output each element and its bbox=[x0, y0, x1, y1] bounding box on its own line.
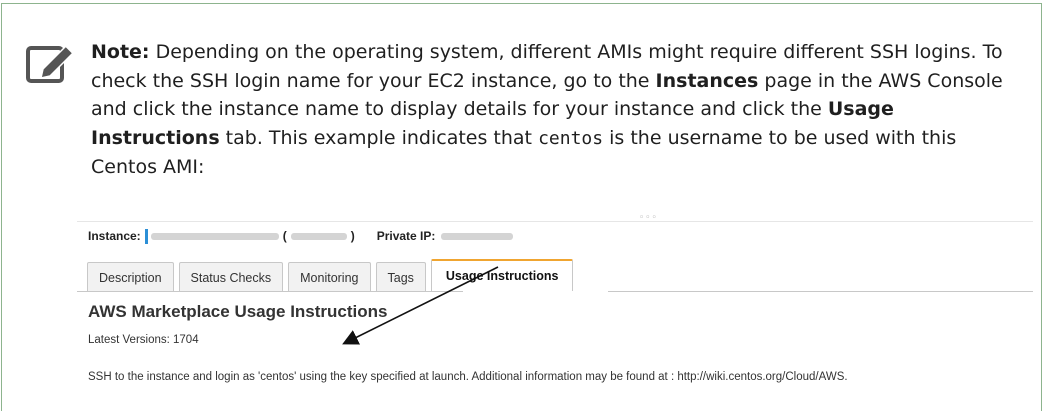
tab-usage-instructions[interactable]: Usage Instructions bbox=[430, 259, 574, 292]
tab-description[interactable]: Description bbox=[87, 262, 174, 292]
window-dots: ◦◦◦ bbox=[639, 213, 658, 223]
private-ip-label: Private IP: bbox=[376, 229, 436, 243]
divider bbox=[77, 221, 1033, 222]
tab-strip: Description Status Checks Monitoring Tag… bbox=[87, 259, 578, 292]
note-label: Note: bbox=[91, 41, 150, 63]
tab-status-checks[interactable]: Status Checks bbox=[178, 262, 284, 292]
centos-code: centos bbox=[538, 127, 604, 149]
ssh-instructions: SSH to the instance and login as 'centos… bbox=[88, 371, 848, 383]
tab-tags[interactable]: Tags bbox=[375, 262, 426, 292]
close-paren: ) bbox=[350, 229, 355, 243]
redacted-instance-name bbox=[290, 232, 347, 240]
tab-monitoring[interactable]: Monitoring bbox=[288, 262, 371, 292]
edit-note-icon bbox=[26, 44, 75, 83]
console-screenshot: ◦◦◦ Instance: ( ) Private IP: Descriptio… bbox=[77, 213, 1033, 411]
note-seg3: tab. This example indicates that bbox=[219, 126, 539, 149]
latest-versions: Latest Versions: 1704 bbox=[88, 334, 199, 346]
marketplace-heading: AWS Marketplace Usage Instructions bbox=[88, 302, 388, 321]
instances-bold: Instances bbox=[655, 69, 759, 92]
redacted-instance-id bbox=[150, 232, 279, 240]
instance-label: Instance: bbox=[88, 229, 141, 243]
instance-row: Instance: ( ) Private IP: bbox=[88, 227, 514, 245]
note-text: Note: Depending on the operating system,… bbox=[91, 38, 1026, 182]
open-paren: ( bbox=[282, 229, 287, 243]
redacted-private-ip bbox=[441, 232, 514, 240]
instance-marker bbox=[144, 228, 148, 244]
